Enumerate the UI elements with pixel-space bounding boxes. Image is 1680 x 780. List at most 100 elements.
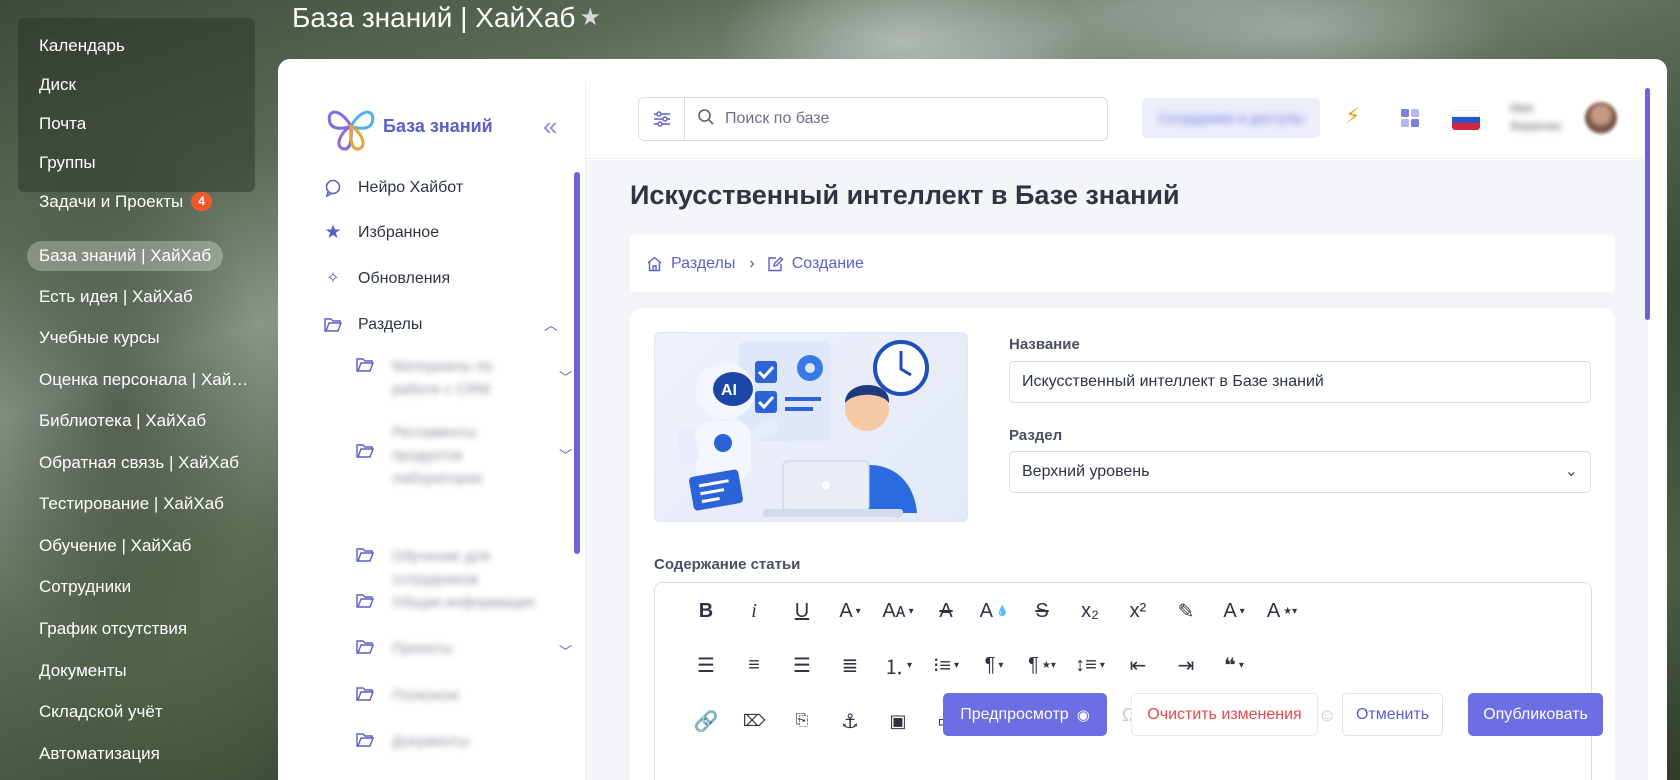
- filter-sliders-icon[interactable]: [639, 98, 685, 140]
- preview-button[interactable]: Предпросмотр ◉: [943, 693, 1107, 736]
- menu-item-groups[interactable]: Группы: [39, 147, 96, 179]
- subscript-icon[interactable]: x₂: [1066, 597, 1114, 625]
- search-icon: [697, 108, 715, 131]
- menu-item-warehouse[interactable]: Складской учёт: [39, 696, 163, 728]
- section-select[interactable]: Верхний уровень ⌄: [1009, 451, 1591, 493]
- align-center-icon[interactable]: ≡: [730, 651, 778, 679]
- lightning-icon[interactable]: ⚡: [1345, 103, 1360, 129]
- section-item[interactable]: Документы: [356, 730, 586, 753]
- section-label: Проекты: [392, 640, 453, 657]
- editor-toolbar-row-1: B i U A ▾ Aᴀ ▾ A A 💧 S x₂ x² ✎ A ▾ A ★▾: [682, 597, 1306, 625]
- russian-flag-icon[interactable]: [1452, 110, 1480, 130]
- menu-item-absence[interactable]: График отсутствия: [39, 613, 187, 645]
- avatar[interactable]: [1585, 102, 1617, 134]
- outdent-icon[interactable]: ⇤: [1114, 651, 1162, 679]
- clear-format-icon[interactable]: A: [922, 597, 970, 625]
- menu-item-automation[interactable]: Автоматизация: [39, 738, 160, 770]
- font-size-icon[interactable]: Aᴀ ▾: [874, 597, 922, 625]
- cancel-button[interactable]: Отменить: [1342, 693, 1443, 736]
- section-item[interactable]: Общая информация: [356, 591, 586, 614]
- kb-brand-title[interactable]: База знаний: [383, 116, 493, 137]
- menu-item-library[interactable]: Библиотека | ХайХаб: [39, 405, 206, 437]
- menu-item-documents[interactable]: Документы: [39, 655, 127, 687]
- user-name[interactable]: Имя Фамилия: [1510, 99, 1570, 135]
- section-item[interactable]: Проекты ﹀: [356, 637, 586, 660]
- nav-updates[interactable]: ✧ Обновления: [322, 264, 572, 294]
- anchor-icon[interactable]: ⚓: [826, 707, 874, 735]
- menu-item-calendar[interactable]: Календарь: [39, 30, 125, 62]
- font-color-icon[interactable]: A ▾: [826, 597, 874, 625]
- paragraph-icon[interactable]: ¶ ▾: [970, 651, 1018, 679]
- ordered-list-icon[interactable]: ⒈ ▾: [874, 651, 922, 679]
- section-item[interactable]: Полезное: [356, 684, 586, 707]
- sidebar-scrollbar[interactable]: [574, 172, 580, 554]
- indent-icon[interactable]: ⇥: [1162, 651, 1210, 679]
- name-input[interactable]: Искусственный интеллект в Базе знаний: [1009, 361, 1591, 403]
- apps-grid-icon[interactable]: [1400, 108, 1420, 128]
- align-left-icon[interactable]: ☰: [682, 651, 730, 679]
- align-right-icon[interactable]: ☰: [778, 651, 826, 679]
- tag-icon[interactable]: ⌦: [730, 707, 778, 735]
- folder-open-icon: [322, 314, 344, 336]
- emoji-icon[interactable]: ☺: [1318, 705, 1336, 726]
- folder-icon: [356, 732, 375, 750]
- text-style-icon[interactable]: A ▾: [1210, 597, 1258, 625]
- italic-icon[interactable]: i: [730, 597, 778, 625]
- menu-item-assessment[interactable]: Оценка персонала | ХайХаб: [39, 364, 254, 396]
- image-icon[interactable]: ▣: [874, 707, 922, 735]
- menu-item-courses[interactable]: Учебные курсы: [39, 322, 160, 354]
- menu-item-knowledge-base[interactable]: База знаний | ХайХаб: [27, 241, 224, 271]
- menu-item-feedback[interactable]: Обратная связь | ХайХаб: [39, 447, 239, 479]
- menu-item-tasks[interactable]: Задачи и Проекты 4: [39, 186, 212, 218]
- nav-neuro-bot[interactable]: Нейро Хайбот: [322, 173, 572, 203]
- menu-item-mail[interactable]: Почта: [39, 108, 86, 140]
- code-view-icon[interactable]: ⎘: [778, 707, 826, 735]
- highlight-icon[interactable]: A 💧: [970, 597, 1018, 625]
- menu-item-disk[interactable]: Диск: [39, 69, 76, 101]
- portal-left-menu: Календарь Диск Почта Группы Задачи и Про…: [0, 0, 270, 780]
- font-star-icon[interactable]: A ★▾: [1258, 597, 1306, 625]
- content-scrollbar[interactable]: [1645, 88, 1650, 320]
- menu-item-idea[interactable]: Есть идея | ХайХаб: [39, 281, 193, 313]
- folder-icon: [356, 443, 375, 461]
- menu-item-testing[interactable]: Тестирование | ХайХаб: [39, 488, 224, 520]
- nav-label: Разделы: [358, 316, 423, 333]
- chevron-down-icon[interactable]: ﹀: [559, 367, 572, 386]
- section-item[interactable]: Материалы по работе с CRM ﹀: [356, 355, 586, 401]
- strikethrough-icon[interactable]: S: [1018, 597, 1066, 625]
- publish-button[interactable]: Опубликовать: [1468, 693, 1603, 736]
- line-height-icon[interactable]: ↕≡ ▾: [1066, 651, 1114, 679]
- chevron-down-icon[interactable]: ﹀: [559, 445, 572, 464]
- preview-label: Предпросмотр: [960, 705, 1069, 723]
- menu-item-training[interactable]: Обучение | ХайХаб: [39, 530, 191, 562]
- chevron-up-icon[interactable]: ︿: [544, 310, 558, 340]
- folder-icon: [356, 593, 375, 611]
- unordered-list-icon[interactable]: ⁝≡ ▾: [922, 651, 970, 679]
- eraser-icon[interactable]: ✎: [1162, 597, 1210, 625]
- clear-changes-button[interactable]: Очистить изменения: [1131, 693, 1318, 736]
- breadcrumb-sections[interactable]: Разделы: [671, 255, 735, 273]
- paragraph-style-icon[interactable]: ¶ ★▾: [1018, 651, 1066, 679]
- employees-access-label: Сотрудники и доступы: [1158, 110, 1304, 126]
- section-item[interactable]: Обучение для сотрудников: [356, 545, 586, 591]
- link-icon[interactable]: 🔗: [682, 707, 730, 735]
- nav-sections[interactable]: Разделы ︿: [322, 310, 572, 340]
- underline-icon[interactable]: U: [778, 597, 826, 625]
- article-cover-image[interactable]: AI: [654, 332, 968, 522]
- employees-access-button[interactable]: Сотрудники и доступы: [1142, 98, 1320, 138]
- align-justify-icon[interactable]: ≣: [826, 651, 874, 679]
- bold-icon[interactable]: B: [682, 597, 730, 625]
- name-label: Название: [1009, 336, 1080, 353]
- search-input[interactable]: [725, 110, 1085, 128]
- nav-label: Избранное: [358, 224, 440, 241]
- nav-favorites[interactable]: ★ Избранное: [322, 218, 572, 248]
- section-label: Раздел: [1009, 427, 1063, 444]
- menu-item-employees[interactable]: Сотрудники: [39, 571, 131, 603]
- nav-label: Нейро Хайбот: [358, 179, 464, 196]
- quote-icon[interactable]: ❝ ▾: [1210, 651, 1258, 679]
- superscript-icon[interactable]: x²: [1114, 597, 1162, 625]
- collapse-sidebar-icon[interactable]: «: [543, 113, 557, 139]
- section-item[interactable]: Регламенты продуктов лаборатории ﹀: [356, 421, 586, 490]
- favorite-star-icon[interactable]: ★: [579, 4, 601, 31]
- chevron-down-icon[interactable]: ﹀: [559, 641, 572, 660]
